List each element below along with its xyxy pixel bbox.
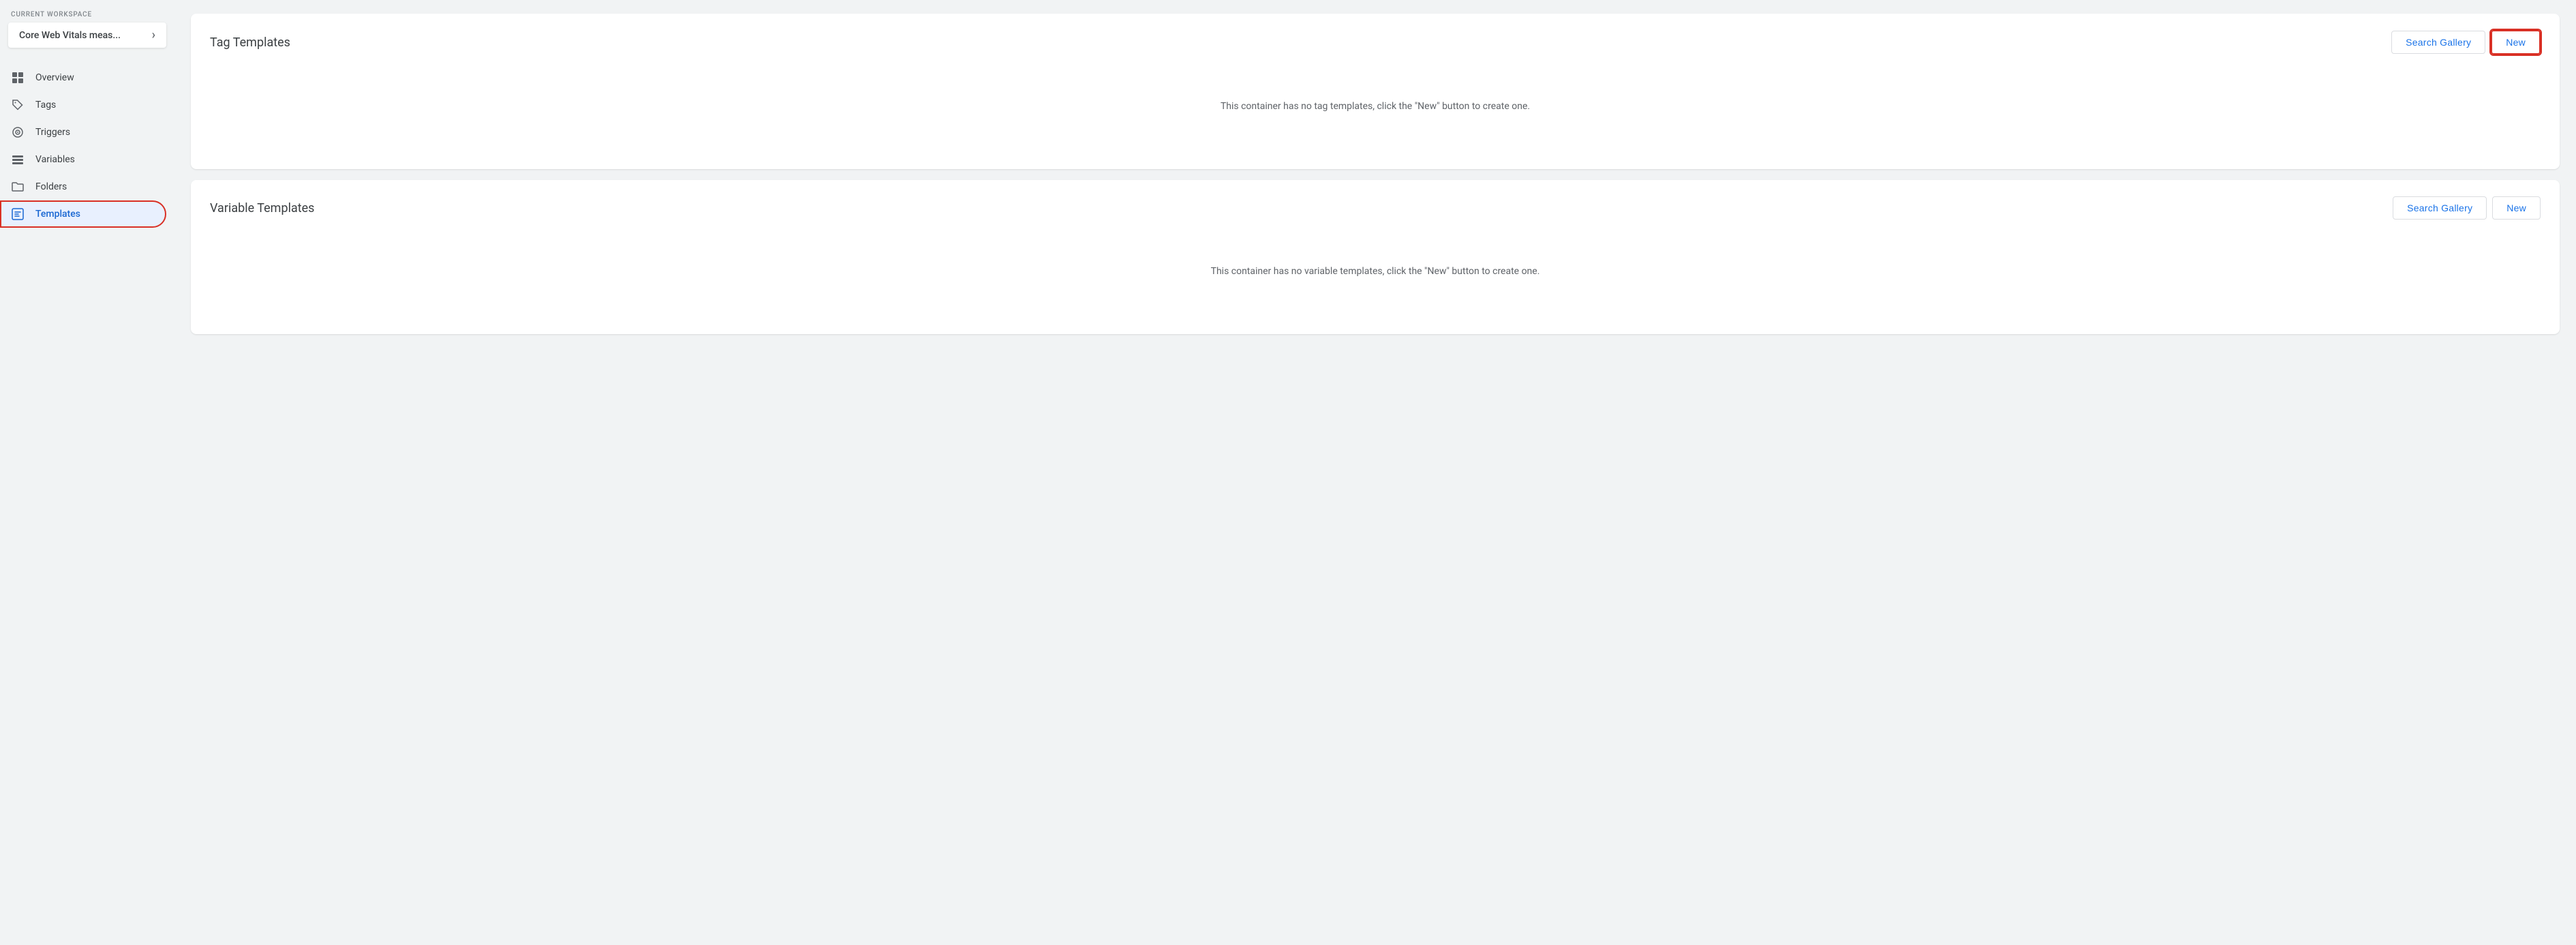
- variable-templates-card: Variable Templates Search Gallery New Th…: [191, 180, 2560, 334]
- sidebar-item-tags-label: Tags: [35, 100, 56, 110]
- sidebar-item-variables[interactable]: Variables: [0, 146, 166, 173]
- sidebar-item-overview[interactable]: Overview: [0, 64, 166, 91]
- main-content: Tag Templates Search Gallery New This co…: [174, 0, 2576, 945]
- variable-search-gallery-button[interactable]: Search Gallery: [2393, 196, 2487, 220]
- variables-icon: [11, 153, 25, 166]
- workspace-label: CURRENT WORKSPACE: [0, 11, 174, 22]
- sidebar-item-variables-label: Variables: [35, 154, 75, 165]
- sidebar-item-triggers[interactable]: Triggers: [0, 119, 166, 146]
- workspace-name: Core Web Vitals meas...: [19, 30, 121, 41]
- templates-icon: [11, 207, 25, 221]
- workspace-selector[interactable]: Core Web Vitals meas... ›: [8, 22, 166, 48]
- tags-icon: [11, 98, 25, 112]
- tag-templates-actions: Search Gallery New: [2391, 30, 2541, 55]
- variable-templates-actions: Search Gallery New: [2393, 196, 2541, 220]
- sidebar-item-triggers-label: Triggers: [35, 127, 70, 138]
- tag-templates-header: Tag Templates Search Gallery New: [210, 30, 2541, 55]
- variable-templates-empty-message: This container has no variable templates…: [210, 225, 2541, 318]
- variable-templates-header: Variable Templates Search Gallery New: [210, 196, 2541, 220]
- sidebar-item-templates-label: Templates: [35, 209, 80, 220]
- tag-new-button[interactable]: New: [2491, 30, 2541, 55]
- sidebar-item-templates[interactable]: Templates: [0, 200, 166, 228]
- sidebar-item-tags[interactable]: Tags: [0, 91, 166, 119]
- sidebar-item-folders-label: Folders: [35, 181, 67, 192]
- tag-templates-title: Tag Templates: [210, 35, 290, 50]
- variable-templates-title: Variable Templates: [210, 201, 314, 215]
- triggers-icon: [11, 125, 25, 139]
- overview-icon: [11, 71, 25, 85]
- folders-icon: [11, 180, 25, 194]
- tag-search-gallery-button[interactable]: Search Gallery: [2391, 31, 2485, 54]
- tag-templates-empty-message: This container has no tag templates, cli…: [210, 60, 2541, 153]
- tag-templates-card: Tag Templates Search Gallery New This co…: [191, 14, 2560, 169]
- sidebar-item-overview-label: Overview: [35, 72, 74, 83]
- chevron-right-icon: ›: [152, 28, 155, 42]
- sidebar: CURRENT WORKSPACE Core Web Vitals meas..…: [0, 0, 174, 945]
- variable-new-button[interactable]: New: [2492, 196, 2541, 220]
- sidebar-item-folders[interactable]: Folders: [0, 173, 166, 200]
